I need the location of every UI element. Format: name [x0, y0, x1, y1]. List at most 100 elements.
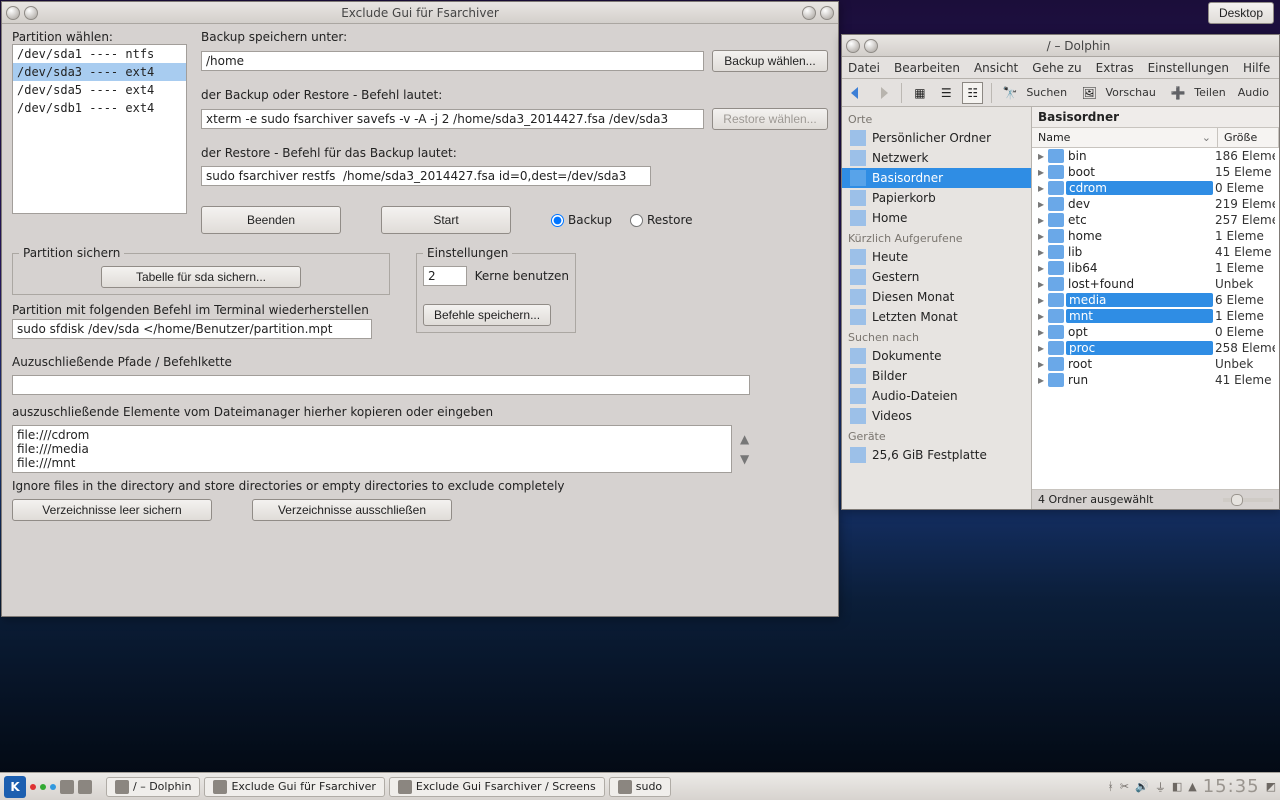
- backup-path-input[interactable]: [201, 51, 704, 71]
- expand-icon[interactable]: ▸: [1036, 373, 1046, 387]
- save-commands-button[interactable]: Befehle speichern...: [423, 304, 551, 326]
- scroll-up-icon[interactable]: ▲: [740, 432, 749, 446]
- menu-icon[interactable]: [846, 39, 860, 53]
- expand-icon[interactable]: ▸: [1036, 165, 1046, 179]
- minimize-icon[interactable]: [802, 6, 816, 20]
- desktop-switcher-button[interactable]: Desktop: [1208, 2, 1274, 24]
- tree-row[interactable]: ▸etc257 Eleme: [1032, 212, 1279, 228]
- places-item[interactable]: Gestern: [842, 267, 1031, 287]
- expand-icon[interactable]: ▸: [1036, 325, 1046, 339]
- clipboard-icon[interactable]: ✂: [1120, 780, 1129, 793]
- scroll-down-icon[interactable]: ▼: [740, 452, 749, 466]
- notifications-icon[interactable]: ▲: [1188, 780, 1196, 793]
- places-item[interactable]: 25,6 GiB Festplatte: [842, 445, 1031, 465]
- tree-row[interactable]: ▸rootUnbek: [1032, 356, 1279, 372]
- back-icon[interactable]: [846, 82, 866, 104]
- expand-icon[interactable]: ▸: [1036, 277, 1046, 291]
- column-headers[interactable]: Name ⌄ Größe: [1032, 128, 1279, 148]
- expand-icon[interactable]: ▸: [1036, 293, 1046, 307]
- clock[interactable]: 15:35: [1203, 776, 1260, 797]
- menu-item[interactable]: Extras: [1096, 61, 1134, 75]
- dolphin-titlebar[interactable]: / – Dolphin: [842, 35, 1279, 57]
- taskbar-task[interactable]: Exclude Gui für Fsarchiver: [204, 777, 384, 797]
- tree-row[interactable]: ▸lost+foundUnbek: [1032, 276, 1279, 292]
- menu-item[interactable]: Hilfe: [1243, 61, 1270, 75]
- partition-item[interactable]: /dev/sda5 ---- ext4: [13, 81, 186, 99]
- show-desktop-icon[interactable]: ◩: [1266, 780, 1276, 793]
- forward-icon[interactable]: [872, 82, 892, 104]
- volume-icon[interactable]: 🔊: [1135, 780, 1149, 793]
- location-breadcrumb[interactable]: Basisordner: [1032, 107, 1279, 128]
- expand-icon[interactable]: ▸: [1036, 245, 1046, 259]
- taskbar-task[interactable]: sudo: [609, 777, 671, 797]
- kickoff-menu-icon[interactable]: K: [4, 776, 26, 798]
- menu-item[interactable]: Gehe zu: [1032, 61, 1081, 75]
- command-input[interactable]: [201, 109, 704, 129]
- expand-icon[interactable]: ▸: [1036, 149, 1046, 163]
- audio-label[interactable]: Audio: [1238, 86, 1269, 99]
- choose-backup-button[interactable]: Backup wählen...: [712, 50, 828, 72]
- tree-row[interactable]: ▸home1 Eleme: [1032, 228, 1279, 244]
- expand-icon[interactable]: ▸: [1036, 341, 1046, 355]
- launcher-icon[interactable]: [78, 780, 92, 794]
- taskbar-task[interactable]: Exclude Gui Fsarchiver / Screens: [389, 777, 605, 797]
- menu-item[interactable]: Einstellungen: [1148, 61, 1229, 75]
- expand-icon[interactable]: ▸: [1036, 197, 1046, 211]
- tree-row[interactable]: ▸mnt1 Eleme: [1032, 308, 1279, 324]
- bluetooth-icon[interactable]: ᚼ: [1107, 780, 1114, 793]
- col-size[interactable]: Größe: [1218, 128, 1279, 147]
- tree-row[interactable]: ▸cdrom0 Eleme: [1032, 180, 1279, 196]
- preview-icon[interactable]: 🖼: [1079, 82, 1099, 104]
- radio-restore[interactable]: Restore: [630, 213, 693, 227]
- share-label[interactable]: Teilen: [1194, 86, 1225, 99]
- activity-dot-icon[interactable]: [40, 784, 46, 790]
- view-list-icon[interactable]: ☰: [936, 82, 956, 104]
- tree-row[interactable]: ▸opt0 Eleme: [1032, 324, 1279, 340]
- places-item[interactable]: Videos: [842, 406, 1031, 426]
- partition-item[interactable]: /dev/sda1 ---- ntfs: [13, 45, 186, 63]
- expand-icon[interactable]: ▸: [1036, 213, 1046, 227]
- expand-icon[interactable]: ▸: [1036, 229, 1046, 243]
- menu-item[interactable]: Ansicht: [974, 61, 1018, 75]
- places-item[interactable]: Diesen Monat: [842, 287, 1031, 307]
- tree-row[interactable]: ▸bin186 Eleme: [1032, 148, 1279, 164]
- zoom-slider[interactable]: [1223, 498, 1273, 502]
- network-icon[interactable]: ⏚: [1155, 779, 1166, 795]
- col-name[interactable]: Name: [1038, 131, 1070, 144]
- file-tree[interactable]: ▸bin186 Eleme▸boot15 Eleme▸cdrom0 Eleme▸…: [1032, 148, 1279, 489]
- places-item[interactable]: Papierkorb: [842, 188, 1031, 208]
- save-table-button[interactable]: Tabelle für sda sichern...: [101, 266, 301, 288]
- expand-icon[interactable]: ▸: [1036, 261, 1046, 275]
- quit-button[interactable]: Beenden: [201, 206, 341, 234]
- start-button[interactable]: Start: [381, 206, 511, 234]
- places-item[interactable]: Letzten Monat: [842, 307, 1031, 327]
- tree-row[interactable]: ▸proc258 Eleme: [1032, 340, 1279, 356]
- restore-cmd-input[interactable]: [201, 166, 651, 186]
- menu-icon[interactable]: [6, 6, 20, 20]
- places-item[interactable]: Dokumente: [842, 346, 1031, 366]
- places-item[interactable]: Audio-Dateien: [842, 386, 1031, 406]
- places-item[interactable]: Home: [842, 208, 1031, 228]
- close-icon[interactable]: [820, 6, 834, 20]
- search-label[interactable]: Suchen: [1026, 86, 1067, 99]
- launcher-icon[interactable]: [60, 780, 74, 794]
- partition-item[interactable]: /dev/sdb1 ---- ext4: [13, 99, 186, 117]
- expand-icon[interactable]: ▸: [1036, 181, 1046, 195]
- pin-icon[interactable]: [864, 39, 878, 53]
- tree-row[interactable]: ▸dev219 Eleme: [1032, 196, 1279, 212]
- places-item[interactable]: Heute: [842, 247, 1031, 267]
- empty-dirs-button[interactable]: Verzeichnisse leer sichern: [12, 499, 212, 521]
- view-tree-icon[interactable]: ☷: [962, 82, 983, 104]
- tree-row[interactable]: ▸media6 Eleme: [1032, 292, 1279, 308]
- menu-item[interactable]: Datei: [848, 61, 880, 75]
- radio-backup[interactable]: Backup: [551, 213, 612, 227]
- taskbar-task[interactable]: / – Dolphin: [106, 777, 200, 797]
- exclude-input[interactable]: [12, 375, 750, 395]
- places-item[interactable]: Netzwerk: [842, 148, 1031, 168]
- updates-icon[interactable]: ◧: [1172, 780, 1182, 793]
- places-item[interactable]: Basisordner: [842, 168, 1031, 188]
- menu-item[interactable]: Bearbeiten: [894, 61, 960, 75]
- activity-dot-icon[interactable]: [50, 784, 56, 790]
- tree-row[interactable]: ▸lib41 Eleme: [1032, 244, 1279, 260]
- places-panel[interactable]: OrtePersönlicher OrdnerNetzwerkBasisordn…: [842, 107, 1032, 509]
